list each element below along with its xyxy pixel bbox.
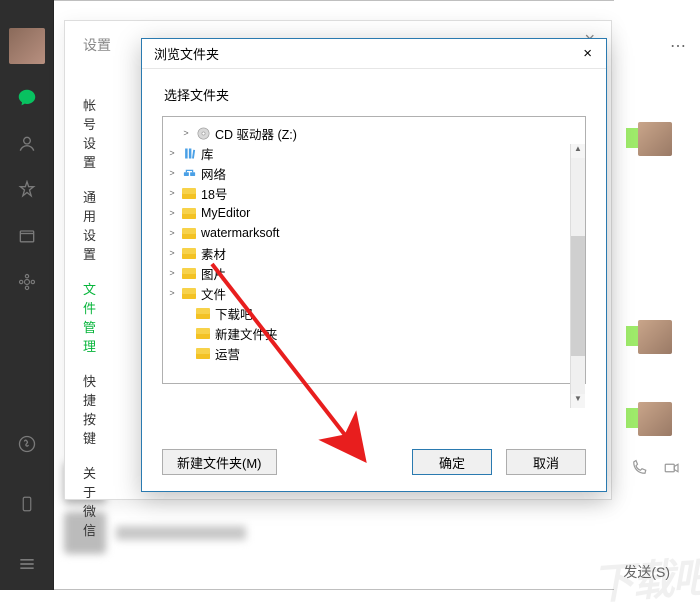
cd-icon — [195, 126, 211, 140]
tree-item-label: 图片 — [201, 264, 226, 283]
fld-icon — [181, 186, 197, 200]
tree-item[interactable]: 下载吧 — [167, 303, 581, 323]
chat-avatar[interactable] — [638, 402, 672, 436]
phone-icon[interactable] — [15, 492, 39, 516]
tree-item-label: 库 — [201, 144, 214, 163]
discover-icon[interactable] — [15, 270, 39, 294]
tree-item-label: 新建文件夹 — [215, 324, 278, 343]
fld-icon — [195, 306, 211, 320]
tree-item-label: 文件 — [201, 284, 226, 303]
nav-about[interactable]: 关于微信 — [83, 463, 106, 539]
tree-item-label: 下载吧 — [215, 304, 253, 323]
expander-icon[interactable]: > — [181, 128, 191, 138]
expander-icon[interactable]: > — [167, 228, 177, 238]
dialog-subtitle: 选择文件夹 — [142, 69, 606, 116]
tree-item[interactable]: > watermarksoft — [167, 223, 581, 243]
expander-icon[interactable]: > — [167, 248, 177, 258]
chat-avatar[interactable] — [638, 122, 672, 156]
settings-nav: 帐号设置 通用设置 文件管理 快捷按键 关于微信 — [65, 95, 106, 555]
avatar[interactable] — [9, 28, 45, 64]
tree-item-label: CD 驱动器 (Z:) — [215, 124, 297, 143]
call-icon[interactable] — [630, 459, 648, 482]
expander-icon[interactable]: > — [167, 288, 177, 298]
dialog-buttons: 新建文件夹(M) 确定 取消 — [142, 449, 606, 475]
tree-item[interactable]: > 图片 — [167, 263, 581, 283]
tree-item-label: 网络 — [201, 164, 226, 183]
nav-account[interactable]: 帐号设置 — [83, 95, 106, 171]
tree-item[interactable]: 新建文件夹 — [167, 323, 581, 343]
scrollbar[interactable]: ▲ ▼ — [570, 144, 585, 408]
fld-icon — [181, 226, 197, 240]
folder-tree[interactable]: >CD 驱动器 (Z:)>库>网络>18号>MyEditor>watermark… — [162, 116, 586, 384]
fld-icon — [181, 206, 197, 220]
tree-item-label: 素材 — [201, 244, 226, 263]
chat-bubble — [626, 408, 638, 428]
tree-item-label: watermarksoft — [201, 226, 280, 240]
chat-icon[interactable] — [15, 86, 39, 110]
dialog-title: 浏览文件夹 — [154, 44, 219, 63]
ok-button[interactable]: 确定 — [412, 449, 492, 475]
more-icon[interactable]: ⋯ — [670, 36, 688, 56]
menu-icon[interactable] — [15, 552, 39, 576]
expander-icon[interactable]: > — [167, 268, 177, 278]
cancel-button[interactable]: 取消 — [506, 449, 586, 475]
fld-icon — [195, 326, 211, 340]
tree-item[interactable]: > 文件 — [167, 283, 581, 303]
net-icon — [181, 166, 197, 180]
tree-item[interactable]: 运营 — [167, 343, 581, 363]
tree-item-label: 运营 — [215, 344, 240, 363]
fld-icon — [181, 286, 197, 300]
tree-item[interactable]: >18号 — [167, 183, 581, 203]
tree-item[interactable]: > MyEditor — [167, 203, 581, 223]
scroll-up-icon[interactable]: ▲ — [571, 144, 585, 158]
fld-icon — [195, 346, 211, 360]
dialog-titlebar: 浏览文件夹 × — [142, 39, 606, 69]
chat-panel-edge: ⋯ 发送(S) — [614, 0, 700, 590]
files-icon[interactable] — [15, 224, 39, 248]
scroll-thumb[interactable] — [571, 236, 585, 356]
miniprogram-icon[interactable] — [15, 432, 39, 456]
fld-icon — [181, 246, 197, 260]
tree-item[interactable]: > CD 驱动器 (Z:) — [167, 123, 581, 143]
expander-icon[interactable]: > — [167, 208, 177, 218]
scroll-down-icon[interactable]: ▼ — [571, 394, 585, 408]
chat-bubble — [626, 326, 638, 346]
chat-avatar[interactable] — [638, 320, 672, 354]
nav-files[interactable]: 文件管理 — [83, 279, 106, 355]
browse-folder-dialog: 浏览文件夹 × 选择文件夹 >CD 驱动器 (Z:)>库>网络>18号>MyEd… — [141, 38, 607, 492]
expander-icon[interactable]: > — [167, 148, 177, 158]
dialog-close-button[interactable]: × — [577, 43, 598, 64]
favorites-icon[interactable] — [15, 178, 39, 202]
app-sidebar — [0, 0, 54, 590]
expander-icon[interactable]: > — [167, 168, 177, 178]
tree-item[interactable]: > 网络 — [167, 163, 581, 183]
lib-icon — [181, 146, 197, 160]
fld-icon — [181, 266, 197, 280]
tree-item[interactable]: >库 — [167, 143, 581, 163]
nav-shortcuts[interactable]: 快捷按键 — [83, 371, 106, 447]
tree-item-label: MyEditor — [201, 206, 250, 220]
expander-icon[interactable]: > — [167, 188, 177, 198]
chat-toolbar — [630, 459, 682, 482]
new-folder-button[interactable]: 新建文件夹(M) — [162, 449, 277, 475]
nav-general[interactable]: 通用设置 — [83, 187, 106, 263]
chat-bubble — [626, 128, 638, 148]
contacts-icon[interactable] — [15, 132, 39, 156]
tree-item-label: 18号 — [201, 184, 227, 203]
video-icon[interactable] — [662, 459, 682, 482]
tree-item[interactable]: > 素材 — [167, 243, 581, 263]
